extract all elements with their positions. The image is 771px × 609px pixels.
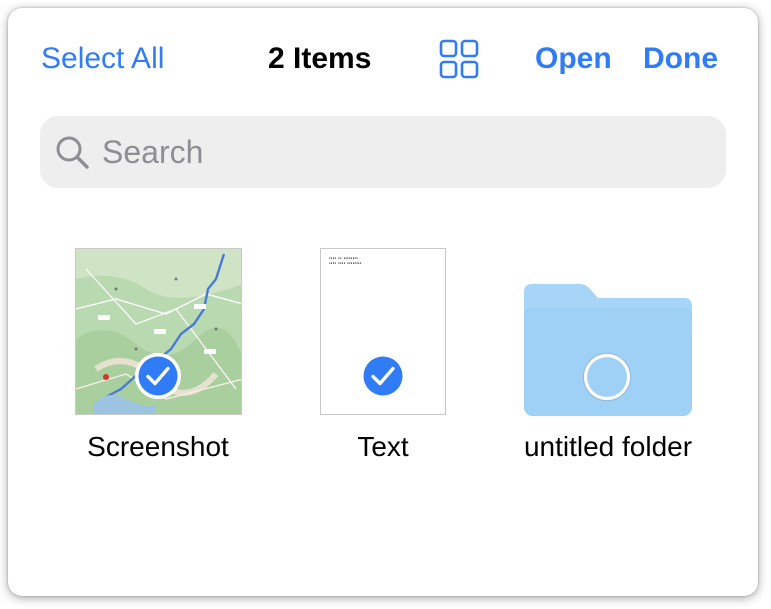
text-preview-line: ▮▮▮▮ ▮▮ ▮▮▮▮▮▮▮▮ (329, 256, 358, 260)
magnifying-glass-icon (56, 136, 89, 169)
selected-checkmark-icon[interactable] (134, 352, 182, 400)
file-picker-sheet: Select All 2 Items Open Done Search Scre… (8, 8, 758, 596)
unselected-circle-icon[interactable] (583, 353, 631, 401)
grid-icon (439, 39, 479, 79)
open-button[interactable]: Open (535, 41, 612, 77)
selection-count-title: 2 Items (268, 42, 372, 75)
search-placeholder: Search (102, 134, 204, 170)
file-name-untitled-folder: untitled folder (523, 431, 693, 462)
grid-view-button[interactable] (438, 38, 480, 80)
selected-checkmark-icon[interactable] (359, 352, 407, 400)
done-button[interactable]: Done (643, 41, 718, 77)
search-field[interactable]: Search (40, 116, 726, 188)
file-name-screenshot: Screenshot (87, 431, 229, 462)
text-preview-line: ▮▮▮▮ ▮▮▮▮ ▮▮▮▮▮▮▮▮ (329, 261, 362, 265)
select-all-button[interactable]: Select All (41, 41, 164, 77)
file-name-text: Text (357, 431, 409, 462)
toolbar: Select All 2 Items Open Done (8, 8, 758, 112)
